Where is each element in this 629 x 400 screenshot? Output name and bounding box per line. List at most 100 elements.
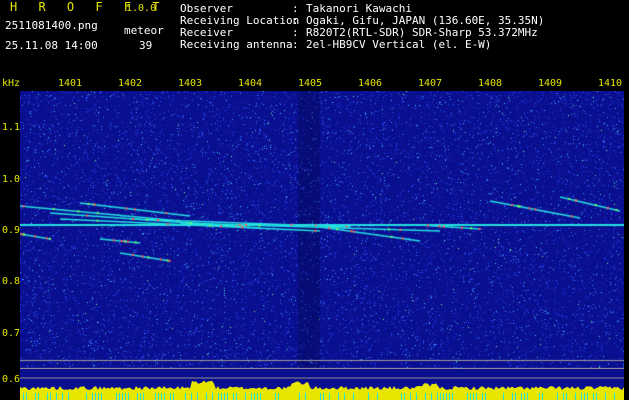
strip-mark [431,393,432,400]
strip-mark [473,393,474,400]
strip-mark [467,393,468,400]
strip-mark [23,393,24,400]
strip-mark [542,393,543,400]
time-tick: 1410 [598,78,623,89]
strip-mark [170,393,171,400]
strip-mark [377,393,378,400]
strip-mark [137,393,138,400]
spectrogram [20,91,624,369]
strip-mark [605,393,606,400]
meteor-count: 39 [139,39,153,52]
strip-mark [218,393,219,400]
strip-mark [227,393,228,400]
strip-mark [68,393,69,400]
time-tick: 1402 [118,78,143,89]
strip-mark [329,393,330,400]
strip-mark [323,393,324,400]
strip-mark [122,393,123,400]
strip-mark [62,393,63,400]
strip-mark [128,393,129,400]
strip-mark [305,393,306,400]
strip-mark [539,393,540,400]
strip-mark [353,393,354,400]
strip-mark [515,393,516,400]
strip-mark [173,393,174,400]
meteor-label: meteor [124,24,164,37]
strip-mark [95,393,96,400]
strip-mark [524,393,525,400]
strip-mark [404,393,405,400]
time-tick: 1405 [298,78,323,89]
strip-mark [368,393,369,400]
strip-mark [158,393,159,400]
time-tick: 1401 [58,78,83,89]
strip-mark [503,393,504,400]
strip-mark [557,393,558,400]
strip-mark [278,393,279,400]
strip-mark [446,393,447,400]
time-tick: 1409 [538,78,563,89]
header: H R O F F T 1.0.0 2511081400.png meteor … [0,0,629,74]
freq-tick: 1.0 [2,174,21,185]
strip-mark [155,393,156,400]
info-label: Receiving antenna [180,38,293,51]
strip-mark [401,393,402,400]
strip-mark [38,393,39,400]
strip-mark [614,393,615,400]
strip-mark [260,393,261,400]
strip-mark [26,393,27,400]
file-name: 2511081400.png [5,19,98,32]
strip-mark [452,393,453,400]
strip-mark [206,393,207,400]
strip-mark [143,393,144,400]
strip-mark [245,393,246,400]
strip-mark [125,393,126,400]
strip-mark [410,393,411,400]
strip-mark [47,393,48,400]
freq-tick: 0.9 [2,225,21,236]
strip-mark [164,393,165,400]
strip-mark [563,393,564,400]
freq-tick: 0.6 [2,374,21,385]
strip-mark [566,393,567,400]
strip-mark [581,393,582,400]
strip-mark [224,393,225,400]
time-tick: 1403 [178,78,203,89]
strip-mark [476,393,477,400]
strip-mark [449,393,450,400]
strip-mark [587,393,588,400]
strip-mark [512,393,513,400]
frequency-axis: 1.1 1.0 0.9 0.8 0.7 0.6 [0,91,20,400]
station-info: Observer : Takanori Kawachi Receiving Lo… [180,3,544,51]
strip-mark [86,393,87,400]
strip-mark [197,393,198,400]
time-tick: 1408 [478,78,503,89]
time-tick: 1404 [238,78,263,89]
strip-mark [98,393,99,400]
strip-mark [116,393,117,400]
strip-mark [161,393,162,400]
signal-level-strip [20,369,624,400]
strip-mark [50,393,51,400]
strip-mark [593,393,594,400]
time-tick: 1406 [358,78,383,89]
strip-mark [236,393,237,400]
strip-mark [251,393,252,400]
strip-mark [212,393,213,400]
strip-mark [233,393,234,400]
info-colon: : [292,38,299,51]
strip-mark [92,393,93,400]
strip-mark [185,393,186,400]
strip-mark [191,393,192,400]
freq-tick: 1.1 [2,122,21,133]
strip-mark [443,393,444,400]
strip-mark [344,393,345,400]
strip-mark [35,393,36,400]
strip-mark [275,393,276,400]
strip-mark [299,393,300,400]
info-row-antenna: Receiving antenna : 2el-HB9CV Vertical (… [180,39,544,51]
strip-mark [140,393,141,400]
strip-mark [521,393,522,400]
strip-mark [470,393,471,400]
strip-mark [221,393,222,400]
